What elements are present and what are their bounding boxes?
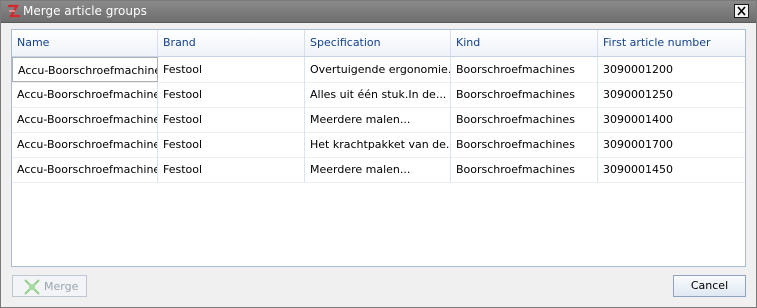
table-row[interactable]: Accu-Boorschroefmachine Festool Meerdere… [12, 107, 745, 133]
cell-name[interactable]: Accu-Boorschroefmachine [12, 57, 158, 82]
cell-first-article-number[interactable]: 3090001200 [598, 57, 745, 82]
cell-name[interactable]: Accu-Boorschroefmachine [12, 132, 158, 157]
cell-first-article-number[interactable]: 3090001700 [598, 132, 745, 157]
article-groups-grid: Name Brand Specification Kind First arti… [11, 29, 746, 267]
table-row[interactable]: Accu-Boorschroefmachine Festool Meerdere… [12, 157, 745, 183]
cell-brand[interactable]: Festool [158, 82, 305, 107]
cell-kind[interactable]: Boorschroefmachines [451, 132, 598, 157]
cell-specification[interactable]: Meerdere malen... [305, 157, 451, 182]
grid-header: Name Brand Specification Kind First arti… [12, 30, 745, 57]
cell-brand[interactable]: Festool [158, 157, 305, 182]
cell-specification[interactable]: Meerdere malen... [305, 107, 451, 132]
cell-name[interactable]: Accu-Boorschroefmachine [12, 107, 158, 132]
merge-article-groups-dialog: Merge article groups Name Brand Specific… [0, 0, 757, 308]
table-row[interactable]: Accu-Boorschroefmachine Festool Overtuig… [12, 57, 745, 83]
merge-button-label: Merge [44, 280, 79, 293]
cell-specification[interactable]: Het krachtpakket van de... [305, 132, 451, 157]
merge-button[interactable]: Merge [12, 275, 87, 297]
cell-kind[interactable]: Boorschroefmachines [451, 157, 598, 182]
column-header-kind[interactable]: Kind [451, 30, 598, 56]
column-header-specification[interactable]: Specification [305, 30, 451, 56]
column-header-brand[interactable]: Brand [158, 30, 305, 56]
festool-icon [6, 3, 22, 19]
column-header-first-article-number[interactable]: First article number [598, 30, 745, 56]
merge-arrows-icon [24, 279, 40, 298]
table-row[interactable]: Accu-Boorschroefmachine Festool Alles ui… [12, 82, 745, 108]
cell-first-article-number[interactable]: 3090001450 [598, 157, 745, 182]
cell-specification[interactable]: Overtuigende ergonomie... [305, 57, 451, 82]
close-icon [737, 6, 746, 16]
cell-brand[interactable]: Festool [158, 107, 305, 132]
cell-specification[interactable]: Alles uit één stuk.In de... [305, 82, 451, 107]
cell-first-article-number[interactable]: 3090001400 [598, 107, 745, 132]
cancel-button[interactable]: Cancel [673, 275, 746, 297]
window-title: Merge article groups [23, 4, 147, 18]
cell-kind[interactable]: Boorschroefmachines [451, 82, 598, 107]
column-header-name[interactable]: Name [12, 30, 158, 56]
cell-brand[interactable]: Festool [158, 57, 305, 82]
cell-name[interactable]: Accu-Boorschroefmachine [12, 157, 158, 182]
cell-name[interactable]: Accu-Boorschroefmachine [12, 82, 158, 107]
close-button[interactable] [734, 4, 749, 18]
cell-kind[interactable]: Boorschroefmachines [451, 57, 598, 82]
title-bar[interactable]: Merge article groups [1, 1, 756, 23]
cell-kind[interactable]: Boorschroefmachines [451, 107, 598, 132]
cell-brand[interactable]: Festool [158, 132, 305, 157]
table-row[interactable]: Accu-Boorschroefmachine Festool Het krac… [12, 132, 745, 158]
cell-first-article-number[interactable]: 3090001250 [598, 82, 745, 107]
